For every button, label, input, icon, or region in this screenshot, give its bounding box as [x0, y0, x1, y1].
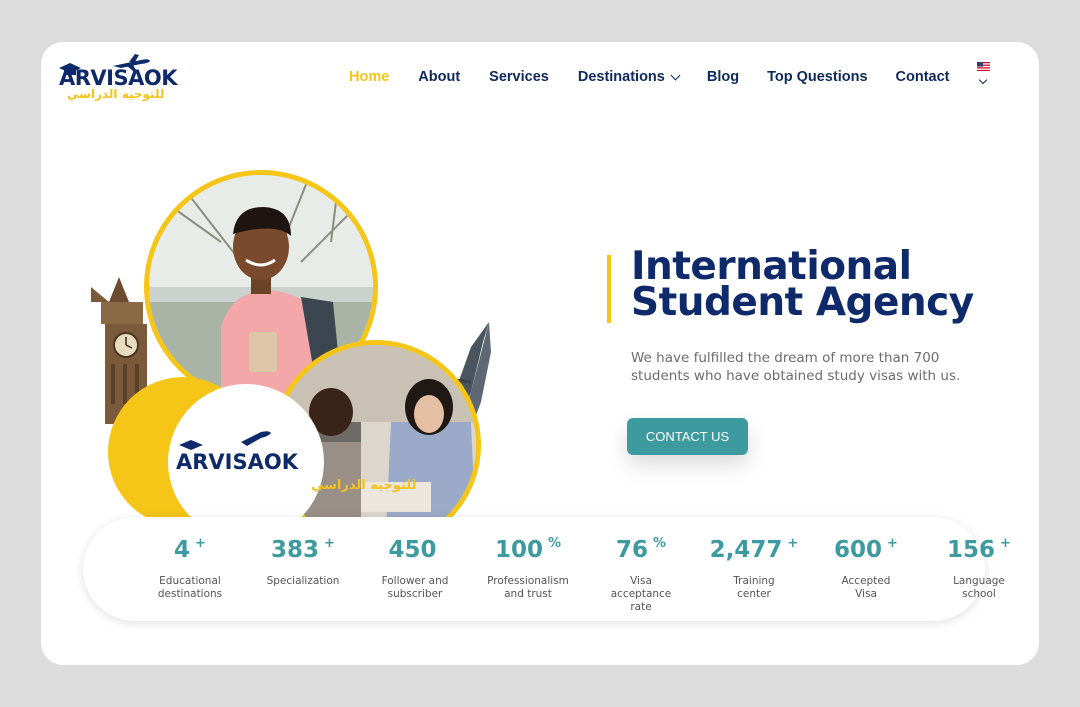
stat-label: Follower and subscriber	[381, 575, 449, 600]
stat-label: Professionalism and trust	[487, 575, 569, 600]
hero-illustration: ARVISAOK للتوجيه الدراسي	[91, 170, 491, 522]
nav-services[interactable]: Services	[489, 69, 549, 85]
nav-destinations[interactable]: Destinations	[577, 69, 681, 85]
stats-bar: 4 + Educational destinations 383 + Special…	[83, 517, 1011, 621]
stat-educational-destinations: 4 + Educational destinations	[140, 517, 240, 601]
stat-value: 450	[365, 536, 465, 563]
stat-suffix: +	[324, 536, 335, 551]
stat-accepted-visa: 600 + Accepted Visa	[816, 517, 916, 601]
chevron-down-icon	[978, 75, 988, 85]
heading-accent-bar	[607, 255, 611, 323]
stat-number: 76	[615, 537, 648, 563]
nav-destinations-label: Destinations	[577, 69, 665, 85]
stat-label: Training center	[733, 575, 775, 600]
stat-number: 4	[174, 537, 191, 563]
stat-number: 600	[834, 537, 883, 563]
stat-value: 100%	[478, 536, 578, 563]
language-selector[interactable]	[977, 62, 991, 85]
stat-value: 383 +	[253, 536, 353, 563]
us-flag-icon	[977, 62, 990, 71]
stat-suffix: +	[787, 536, 799, 551]
stat-suffix: +	[887, 536, 898, 551]
stat-label: Specialization	[266, 575, 340, 587]
nav-blog[interactable]: Blog	[707, 69, 739, 85]
logo-arabic-text: للتوجيه الدراسي	[67, 87, 165, 101]
svg-text:للتوجيه الدراسي: للتوجيه الدراسي	[311, 478, 416, 493]
stat-specialization: 383 + Specialization	[253, 517, 353, 588]
nav-about[interactable]: About	[418, 69, 460, 85]
svg-text:ARVISAOK: ARVISAOK	[176, 450, 299, 474]
stat-value: 2,477 +	[704, 536, 804, 563]
stat-suffix: %	[547, 536, 562, 551]
page-title-line2: Student Agency	[631, 280, 974, 325]
site-logo[interactable]: ARVISAOK للتوجيه الدراسي	[59, 54, 179, 106]
stat-label: Educational destinations	[157, 575, 223, 600]
page-title: International Student Agency	[631, 247, 974, 325]
nav-home[interactable]: Home	[349, 69, 389, 85]
stat-suffix: +	[195, 536, 206, 551]
stat-suffix: +	[1000, 536, 1011, 551]
chevron-down-icon	[670, 70, 681, 80]
hero-description: We have fulfilled the dream of more than…	[631, 350, 961, 384]
stat-professionalism: 100% Professionalism and trust	[478, 517, 578, 601]
stat-number: 100	[494, 537, 543, 563]
stat-value: 156 +	[929, 536, 1029, 563]
stat-number: 383	[271, 537, 320, 563]
stat-visa-acceptance: 76% Visa acceptance rate	[591, 517, 691, 614]
stat-training-center: 2,477 + Training center	[704, 517, 804, 601]
stat-suffix: %	[652, 536, 667, 551]
stat-label: Accepted Visa	[841, 575, 891, 600]
nav-contact[interactable]: Contact	[896, 69, 950, 85]
main-nav: Home About Services Destinations Blog To…	[349, 69, 950, 85]
page-card: ARVISAOK للتوجيه الدراسي Home About Serv…	[41, 42, 1039, 665]
stat-number: 450	[388, 537, 437, 563]
stat-number: 156	[947, 537, 996, 563]
nav-top-questions[interactable]: Top Questions	[767, 69, 867, 85]
stat-value: 600 +	[816, 536, 916, 563]
stat-value: 4 +	[140, 536, 240, 563]
stat-language-school: 156 + Language school	[929, 517, 1029, 601]
contact-us-button[interactable]: CONTACT US	[627, 418, 748, 455]
stat-label: Visa acceptance rate	[610, 575, 672, 613]
stat-label: Language school	[953, 575, 1005, 600]
stat-number: 2,477	[709, 537, 783, 563]
stat-followers: 450 Follower and subscriber	[365, 517, 465, 601]
stat-value: 76%	[591, 536, 691, 563]
